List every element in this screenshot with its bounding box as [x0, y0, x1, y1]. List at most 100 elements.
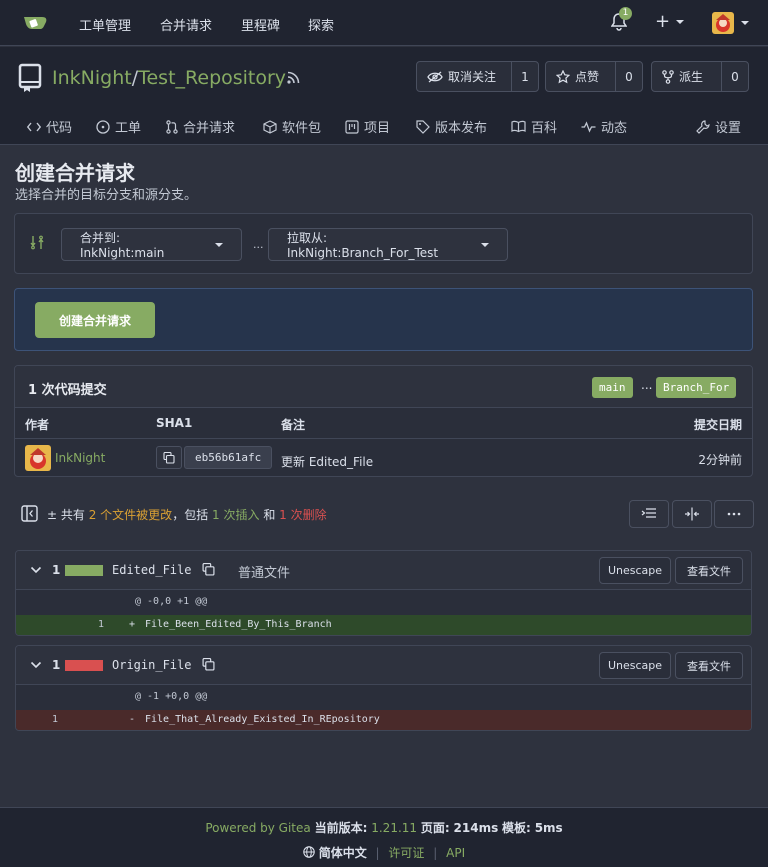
more-options-button[interactable] [714, 500, 754, 528]
copy-icon[interactable] [202, 657, 215, 675]
diff-view-toggle-button[interactable] [672, 500, 712, 528]
language-selector[interactable]: 简体中文 [303, 846, 371, 860]
star-count[interactable]: 0 [616, 62, 642, 91]
create-pr-button[interactable]: 创建合并请求 [35, 302, 155, 338]
copy-icon[interactable] [202, 562, 215, 580]
license-link[interactable]: 许可证 [388, 846, 424, 860]
diff-prefix: 共有 [60, 508, 85, 522]
nav-pulls[interactable]: 合并请求 [160, 15, 212, 34]
line-number[interactable]: 1 [52, 714, 58, 725]
tag-icon [416, 119, 430, 134]
tab-activity-label: 动态 [601, 121, 628, 136]
fork-button[interactable]: 派生 [652, 62, 722, 91]
tab-settings[interactable]: 设置 [696, 117, 741, 136]
globe-icon [303, 846, 315, 858]
avatar[interactable] [25, 445, 51, 471]
diff-file: 1 Edited_File 普通文件 Unescape 查看文件 @ -0,0 … [15, 550, 752, 636]
unescape-button[interactable]: Unescape [599, 557, 671, 584]
chevron-down-icon[interactable] [30, 659, 42, 674]
pulse-icon [581, 120, 596, 133]
tab-projects[interactable]: 项目 [345, 117, 390, 136]
commit-sha[interactable]: eb56b61afc [184, 446, 273, 469]
line-content: File_Been_Edited_By_This_Branch [145, 619, 332, 630]
version-value: 1.21.11 [371, 821, 418, 835]
whitespace-options-button[interactable] [629, 500, 669, 528]
diff-line-deleted: 1 - File_That_Already_Existed_In_REposit… [16, 710, 751, 730]
diff-hunk-header: @ -1 +0,0 @@ [16, 685, 751, 710]
plus-icon: + [655, 11, 671, 32]
file-tree-toggle-icon[interactable] [21, 505, 38, 526]
base-branch-label[interactable]: main [592, 377, 633, 398]
tab-pulls-label: 合并请求 [183, 121, 236, 136]
chevron-down-icon[interactable] [741, 21, 749, 25]
page-time-label: 页面: [420, 821, 450, 835]
tab-activity[interactable]: 动态 [581, 117, 627, 136]
footer: Powered by Gitea 当前版本: 1.21.11 页面: 214ms… [0, 807, 768, 867]
tab-issues[interactable]: 工单 [96, 117, 141, 136]
diff-file-name[interactable]: Edited_File [112, 563, 191, 577]
col-message: 备注 [281, 418, 306, 432]
diff-stat-icon: ± [47, 508, 58, 522]
fork-count[interactable]: 0 [722, 62, 748, 91]
tab-projects-label: 项目 [364, 121, 391, 136]
head-branch-label[interactable]: Branch_For [656, 377, 737, 398]
base-branch-dropdown[interactable]: 合并到: InkNight:main [61, 228, 242, 261]
tab-pulls[interactable]: 合并请求 [166, 117, 235, 136]
tab-settings-label: 设置 [715, 121, 742, 136]
powered-by-link[interactable]: Powered by Gitea [205, 821, 310, 835]
api-link[interactable]: API [446, 846, 465, 860]
nav-issues[interactable]: 工单管理 [79, 15, 131, 34]
commit-message[interactable]: 更新 Edited_File [281, 453, 373, 470]
chevron-down-icon [481, 242, 489, 247]
page-time: 214ms [453, 821, 499, 835]
tab-packages[interactable]: 软件包 [263, 117, 321, 136]
files-changed: 2 个文件被更改 [88, 508, 173, 522]
user-avatar[interactable] [712, 12, 734, 34]
repo-title: InkNight/Test_Repository [52, 67, 286, 89]
diff-file-change-count: 1 [52, 658, 61, 672]
diff-file-name[interactable]: Origin_File [112, 658, 191, 672]
rss-icon[interactable] [287, 71, 300, 88]
indent-icon [641, 508, 656, 518]
create-menu-button[interactable]: + [655, 11, 684, 32]
template-time-label: 模板: [502, 821, 531, 835]
swap-branches-icon[interactable] [30, 235, 44, 254]
commit-author[interactable]: InkNight [55, 451, 105, 465]
line-sign: - [129, 714, 136, 725]
chevron-down-icon [675, 20, 684, 24]
star-button[interactable]: 点赞 [546, 62, 616, 91]
tab-releases[interactable]: 版本发布 [416, 117, 487, 136]
pull-request-icon [166, 119, 178, 134]
watch-count[interactable]: 1 [512, 62, 538, 91]
star-button-group: 点赞 0 [545, 61, 643, 92]
unescape-button[interactable]: Unescape [599, 652, 671, 679]
hunk-range: @ -0,0 +1 @@ [135, 596, 208, 607]
line-number[interactable]: 1 [98, 619, 104, 630]
diff-line-added: 1 + File_Been_Edited_By_This_Branch [16, 615, 751, 635]
diff-summary: ± 共有 2 个文件被更改，包括 1 次插入 和 1 次删除 [47, 506, 327, 523]
tab-wiki-label: 百科 [531, 121, 558, 136]
diff-file: 1 Origin_File Unescape 查看文件 @ -1 +0,0 @@… [15, 645, 752, 731]
chevron-down-icon[interactable] [30, 564, 42, 579]
unwatch-label: 取消关注 [448, 70, 497, 84]
head-branch-dropdown[interactable]: 拉取从: InkNight:Branch_For_Test [268, 228, 508, 261]
repo-name-link[interactable]: Test_Repository [138, 67, 286, 89]
repo-owner-link[interactable]: InkNight [52, 67, 132, 89]
view-file-button[interactable]: 查看文件 [675, 557, 743, 584]
nav-explore[interactable]: 探索 [308, 15, 334, 34]
unwatch-button[interactable]: 取消关注 [417, 62, 512, 91]
nav-milestones[interactable]: 里程碑 [241, 15, 280, 34]
tab-code[interactable]: 代码 [27, 117, 72, 136]
tab-packages-label: 软件包 [282, 121, 322, 136]
additions-count: 1 次插入 [212, 508, 260, 522]
branch-ellipsis: ... [641, 378, 653, 392]
version-label: 当前版本: [314, 821, 368, 835]
fork-label: 派生 [679, 70, 704, 84]
tab-wiki[interactable]: 百科 [511, 117, 557, 136]
gitea-logo-icon[interactable] [22, 12, 48, 34]
view-file-button[interactable]: 查看文件 [675, 652, 743, 679]
copy-sha-button[interactable] [156, 446, 182, 469]
template-time: 5ms [534, 821, 563, 835]
tab-issues-label: 工单 [115, 121, 142, 136]
watch-button-group: 取消关注 1 [416, 61, 539, 92]
